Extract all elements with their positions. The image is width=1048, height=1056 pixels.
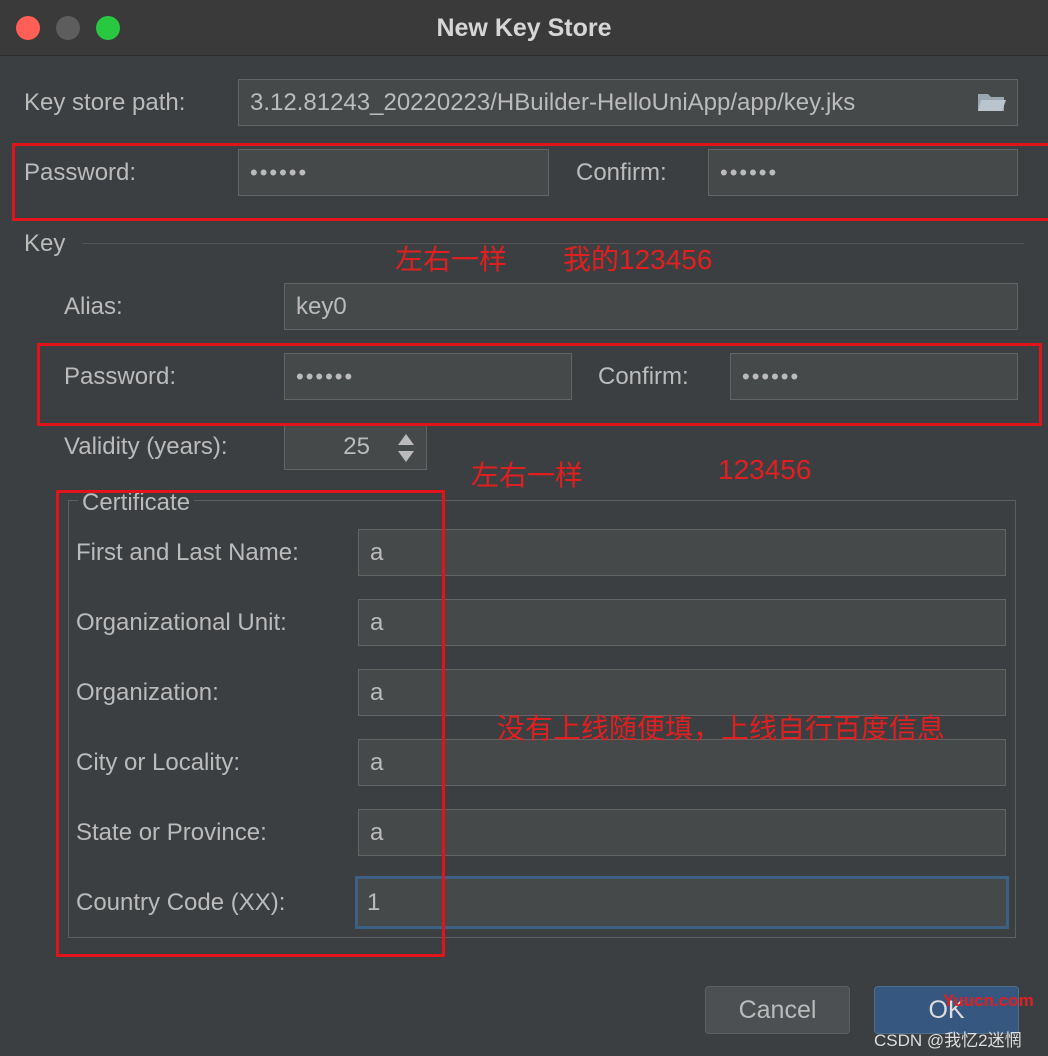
org-unit-input[interactable]: a <box>358 599 1006 646</box>
country-code-input[interactable]: 1 <box>355 876 1009 929</box>
window-title: New Key Store <box>436 14 612 42</box>
first-last-name-input[interactable]: a <box>358 529 1006 576</box>
validity-label: Validity (years): <box>64 433 228 460</box>
keystore-path-value: 3.12.81243_20220223/HBuilder-HelloUniApp… <box>250 88 856 116</box>
increment-arrow-icon[interactable] <box>396 431 416 447</box>
certificate-labels-highlight-box <box>56 490 445 957</box>
folder-icon[interactable] <box>977 91 1007 113</box>
annotation-password: 123456 <box>718 454 812 485</box>
keystore-path-input[interactable]: 3.12.81243_20220223/HBuilder-HelloUniApp… <box>238 79 1018 126</box>
key-section-divider <box>82 243 1024 244</box>
state-input[interactable]: a <box>358 809 1006 856</box>
validity-spinner[interactable]: 25 <box>284 424 427 470</box>
csdn-watermark: CSDN @我忆2迷惘 <box>874 1031 1022 1050</box>
key-section-label: Key <box>24 230 66 257</box>
title-bar: New Key Store <box>0 0 1048 56</box>
key-password-highlight-box <box>37 343 1042 426</box>
cancel-button[interactable]: Cancel <box>705 986 850 1034</box>
annotation-same-2: 左右一样 <box>471 460 584 491</box>
decrement-arrow-icon[interactable] <box>396 449 416 465</box>
yuucn-watermark: Yuucn.com <box>943 991 1034 1010</box>
keystore-path-label: Key store path: <box>24 89 186 116</box>
annotation-note: 没有上线随便填，上线自行百度信息 <box>497 713 946 744</box>
keystore-password-highlight-box <box>12 143 1048 221</box>
annotation-same-1: 左右一样 <box>395 244 508 275</box>
alias-input[interactable]: key0 <box>284 283 1018 330</box>
alias-label: Alias: <box>64 293 123 320</box>
validity-value: 25 <box>343 433 370 460</box>
annotation-mine: 我的123456 <box>563 244 713 275</box>
